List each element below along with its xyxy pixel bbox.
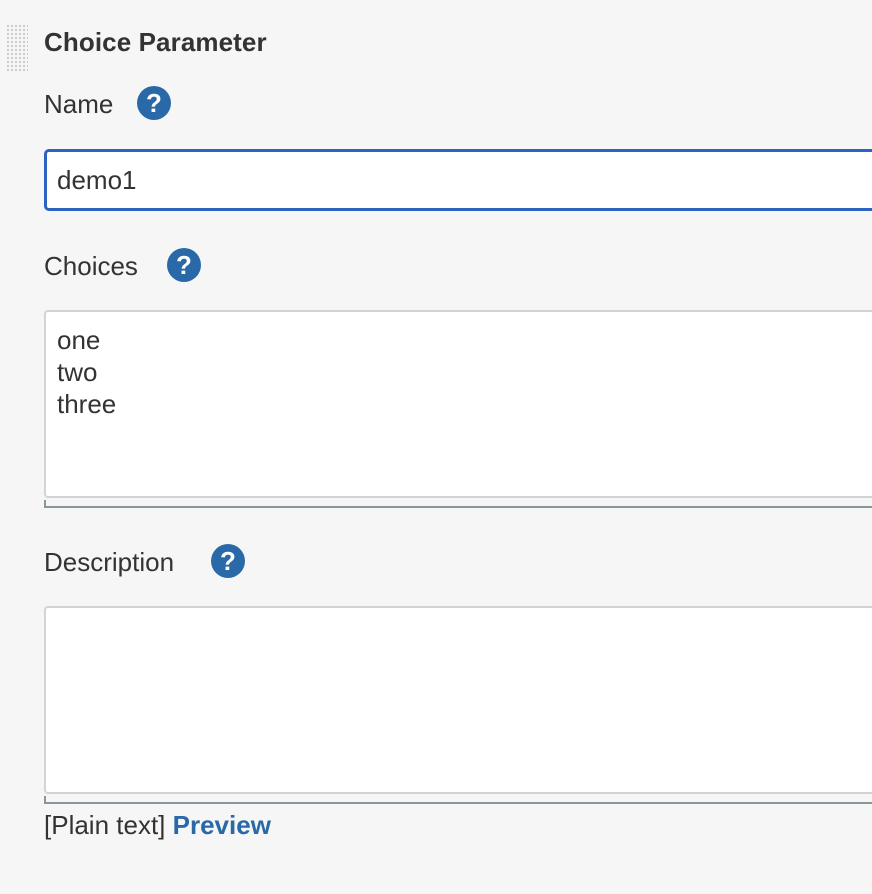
description-label: Description [44, 547, 175, 577]
choices-help-icon[interactable]: ? [167, 248, 201, 282]
description-textarea[interactable] [44, 606, 872, 794]
markup-format-label: [Plain text] [44, 810, 166, 840]
name-help-icon[interactable]: ? [137, 86, 171, 120]
description-resize-handle[interactable] [44, 796, 872, 804]
name-label: Name [44, 89, 114, 119]
choices-resize-handle[interactable] [44, 500, 872, 508]
choices-textarea[interactable]: one two three [44, 310, 872, 498]
section-title: Choice Parameter [44, 27, 267, 57]
preview-link[interactable]: Preview [173, 810, 271, 840]
choices-label: Choices [44, 251, 138, 281]
name-input[interactable] [44, 149, 872, 211]
markup-format-row: [Plain text] Preview [44, 810, 271, 841]
description-help-icon[interactable]: ? [211, 544, 245, 578]
drag-handle[interactable] [6, 24, 28, 72]
